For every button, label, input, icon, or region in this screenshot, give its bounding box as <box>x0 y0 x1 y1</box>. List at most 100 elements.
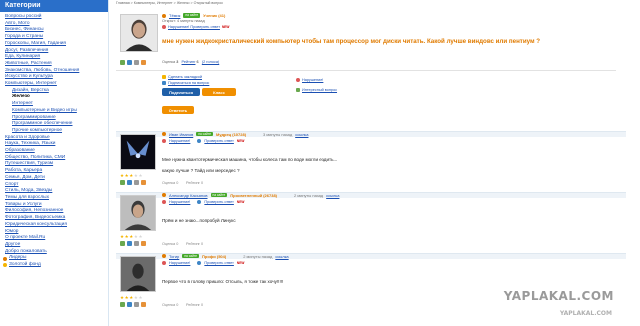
sidebar-item[interactable]: Программное обеспечение <box>5 121 108 128</box>
share-button[interactable]: Поделиться <box>162 88 200 96</box>
sidebar-item[interactable]: Интернет <box>5 101 108 108</box>
share-icon[interactable] <box>120 180 125 185</box>
answer-text: Мне нужна квантотермическая машина, чтоб… <box>162 157 338 162</box>
sidebar-item[interactable]: Темы для взрослых <box>5 195 108 202</box>
print-icon[interactable] <box>134 302 139 307</box>
thumb-icon <box>296 88 300 92</box>
answer-permalink[interactable]: ссылка <box>295 132 308 137</box>
answer-user-link[interactable]: Иван Иванов <box>169 132 193 137</box>
star-icon[interactable]: ★ <box>125 234 129 239</box>
question-avatar[interactable] <box>120 14 158 52</box>
mail-icon[interactable] <box>127 180 132 185</box>
mail-icon[interactable] <box>127 302 132 307</box>
sidebar-item[interactable]: Юридическая консультация <box>5 222 108 229</box>
new-flag: NEW <box>236 200 245 204</box>
sidebar-item[interactable]: Вопросы россий <box>5 14 108 21</box>
sidebar-item[interactable]: Прочие компьютерное <box>5 128 108 135</box>
answer-user-link[interactable]: Александр Касьянов <box>169 193 208 198</box>
warning-icon <box>162 25 166 29</box>
subscribe-link[interactable]: Подписаться на вопрос <box>168 81 209 85</box>
sidebar-extra-label[interactable]: Лидеры <box>9 255 26 262</box>
answer-check-link[interactable]: Проверить ответ <box>204 139 234 143</box>
print-icon[interactable] <box>134 180 139 185</box>
star-icon[interactable]: ★ <box>125 295 129 300</box>
answer-complain-link[interactable]: Нарушение! <box>169 200 190 204</box>
sidebar-item[interactable]: Компьютерные и Видео игры <box>5 108 108 115</box>
user-photo-icon <box>121 257 155 291</box>
user-status-icon <box>162 132 166 136</box>
sidebar-item[interactable]: Еда, Кулинария <box>5 54 108 61</box>
star-icon[interactable]: ★ <box>134 295 138 300</box>
sidebar-item[interactable]: Фотография, Видеосъемка <box>5 215 108 222</box>
sidebar-item[interactable]: Стиль, Мода, Звезды <box>5 188 108 195</box>
share-icon[interactable] <box>120 60 125 65</box>
question-rating: Оценка 3 Рейтинг 6 (2 голоса) <box>162 60 220 64</box>
votes-link[interactable]: (2 голоса) <box>202 60 219 64</box>
answer-stars[interactable]: ★ ★ ★ ★ ★ <box>120 295 143 300</box>
answer-permalink[interactable]: ссылка <box>275 254 288 259</box>
sidebar-extra-label[interactable]: Золотой фонд <box>9 262 41 269</box>
star-icon[interactable]: ★ <box>120 234 124 239</box>
answer-user-link[interactable]: Тогир <box>169 254 179 259</box>
star-icon[interactable]: ★ <box>129 173 133 178</box>
star-icon[interactable]: ★ <box>134 173 138 178</box>
bookmark-link[interactable]: Сделать закладкой <box>168 75 202 79</box>
question-user-link[interactable]: Тёмик <box>169 13 180 18</box>
star-icon[interactable]: ★ <box>129 295 133 300</box>
sidebar-item[interactable]: Образование <box>5 148 108 155</box>
complaint-link[interactable]: Нарушение! <box>302 78 323 82</box>
mail-icon[interactable] <box>127 241 132 246</box>
answer-rating: Оценка 0 <box>162 181 179 185</box>
warning-icon <box>162 200 166 204</box>
reply-button[interactable]: Ответить <box>162 106 194 114</box>
answer-complain-link[interactable]: Нарушение! <box>169 139 190 143</box>
star-icon[interactable] <box>141 241 146 246</box>
mail-icon[interactable] <box>127 60 132 65</box>
star-icon[interactable] <box>141 302 146 307</box>
print-icon[interactable] <box>134 241 139 246</box>
answer-check-link[interactable]: Проверить ответ <box>204 261 234 265</box>
star-icon[interactable]: ★ <box>129 234 133 239</box>
share-icon[interactable] <box>120 302 125 307</box>
sidebar-item[interactable]: Другое <box>5 242 108 249</box>
answer-rank: Мудрец (10728) <box>216 131 247 137</box>
print-icon[interactable] <box>134 60 139 65</box>
answer-avatar[interactable] <box>120 256 156 292</box>
sidebar-item[interactable]: Компьютеры, Интернет <box>5 81 108 88</box>
star-icon[interactable]: ★ <box>139 295 143 300</box>
answer-avatar[interactable] <box>120 195 156 231</box>
answer-stars[interactable]: ★ ★ ★ ★ ★ <box>120 173 143 178</box>
sidebar-item[interactable]: Гороскопы, Магия, Гадания <box>5 41 108 48</box>
answer-permalink[interactable]: ссылка <box>326 193 339 198</box>
star-icon[interactable] <box>141 180 146 185</box>
subscribe-icon <box>162 81 166 85</box>
star-icon[interactable]: ★ <box>134 234 138 239</box>
sidebar-item[interactable]: О проекте Mail.Ru <box>5 235 108 242</box>
sidebar-item[interactable]: Семья, Дом, Дети <box>5 175 108 182</box>
star-icon[interactable]: ★ <box>120 173 124 178</box>
sidebar-item[interactable]: Работа, Карьера <box>5 168 108 175</box>
star-icon[interactable] <box>141 60 146 65</box>
answer-check-link[interactable]: Проверить ответ <box>204 200 234 204</box>
question-complain-link[interactable]: Нарушение! Проверить ответ <box>168 25 220 29</box>
new-flag: NEW <box>236 261 245 265</box>
interesting-link[interactable]: Интересный вопрос <box>302 88 337 92</box>
answer-item: Иван Иванов на сайте Мудрец (10728) 3 минут… <box>116 131 626 191</box>
sidebar-item[interactable]: Города и Страны <box>5 34 108 41</box>
divider <box>116 70 616 71</box>
sidebar: Категории Вопросы россий Авто, Мото Бизнес… <box>0 0 109 326</box>
star-icon[interactable]: ★ <box>139 234 143 239</box>
vk-class-button[interactable]: Класс <box>202 88 236 96</box>
sidebar-item[interactable]: Животные, Растения <box>5 61 108 68</box>
share-icon[interactable] <box>120 241 125 246</box>
star-icon[interactable]: ★ <box>120 295 124 300</box>
rating-link[interactable]: Рейтинг <box>182 60 196 64</box>
star-icon[interactable]: ★ <box>125 173 129 178</box>
answer-avatar[interactable] <box>120 134 156 170</box>
answer-complain-link[interactable]: Нарушение! <box>169 261 190 265</box>
sidebar-extra-item[interactable]: Лидеры <box>3 255 108 262</box>
answer-stars[interactable]: ★ ★ ★ ★ ★ <box>120 234 143 239</box>
star-icon[interactable]: ★ <box>139 173 143 178</box>
sidebar-extra-item[interactable]: Золотой фонд <box>3 262 108 269</box>
breadcrumb[interactable]: Главная > Компьютеры, Интернет > Железо … <box>116 1 223 5</box>
